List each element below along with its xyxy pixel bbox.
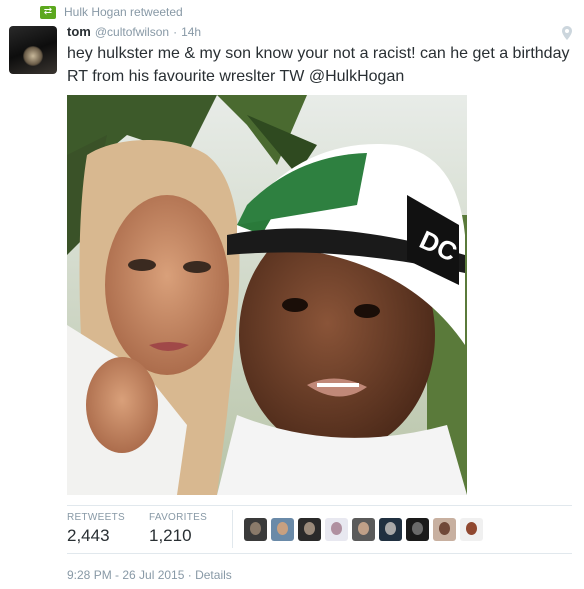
favorites-stat[interactable]: FAVORITES 1,210	[149, 512, 207, 546]
favoriter-avatar[interactable]	[460, 518, 483, 541]
favoriter-avatar[interactable]	[379, 518, 402, 541]
favoriter-avatar[interactable]	[352, 518, 375, 541]
stats-separator	[232, 510, 233, 548]
tweet-header: tom @cultofwilson · 14h	[67, 24, 201, 42]
favoriter-avatar[interactable]	[406, 518, 429, 541]
header-separator: ·	[173, 25, 178, 39]
photo-illustration: DC	[67, 95, 467, 495]
retweets-stat[interactable]: RETWEETS 2,443	[67, 512, 125, 546]
favoriter-avatar[interactable]	[433, 518, 456, 541]
tweet-time[interactable]: 14h	[181, 25, 201, 39]
footer-separator: ·	[187, 568, 192, 582]
retweet-context[interactable]: ⇄ Hulk Hogan retweeted	[40, 3, 183, 21]
tweet-photo[interactable]: DC	[67, 95, 467, 495]
favorites-count: 1,210	[149, 526, 192, 545]
tweet-text: hey hulkster me & my son know your not a…	[67, 45, 570, 85]
author-handle[interactable]: @cultofwilson	[95, 25, 169, 39]
retweets-count: 2,443	[67, 526, 110, 545]
favoriter-avatar[interactable]	[271, 518, 294, 541]
favoriter-avatar[interactable]	[298, 518, 321, 541]
favoriter-avatar[interactable]	[325, 518, 348, 541]
retweet-icon: ⇄	[40, 5, 56, 19]
location-pin-icon[interactable]	[562, 26, 572, 40]
favoriter-avatars	[244, 518, 483, 541]
author-name[interactable]: tom	[67, 24, 91, 39]
favoriter-avatar[interactable]	[244, 518, 267, 541]
stats-divider-top	[67, 505, 572, 506]
retweets-label: RETWEETS	[67, 512, 125, 523]
tweet-timestamp[interactable]: 9:28 PM - 26 Jul 2015	[67, 568, 184, 582]
avatar[interactable]	[9, 26, 57, 74]
favorites-label: FAVORITES	[149, 512, 208, 523]
stats-divider-bottom	[67, 553, 572, 554]
retweet-context-label[interactable]: Hulk Hogan retweeted	[64, 5, 183, 19]
tweet-timestamp-row: 9:28 PM - 26 Jul 2015 · Details	[67, 568, 232, 582]
details-link[interactable]: Details	[195, 568, 232, 582]
